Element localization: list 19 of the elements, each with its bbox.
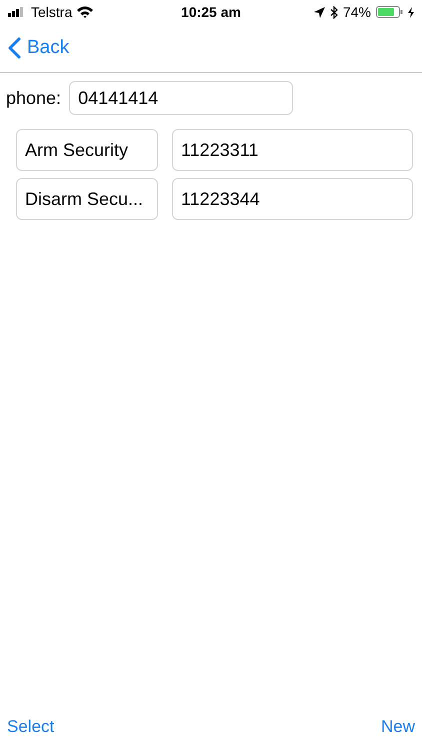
signal-icon [8, 7, 26, 17]
phone-label: phone: [6, 88, 62, 108]
bluetooth-icon [330, 6, 338, 18]
battery-percent: 74% [342, 4, 371, 20]
command-code-field[interactable]: 11223311 [172, 129, 413, 171]
command-name-field[interactable]: Disarm Secu... [16, 178, 158, 220]
command-name-field[interactable]: Arm Security [16, 129, 158, 171]
command-code-field[interactable]: 11223344 [172, 178, 413, 220]
chevron-left-icon [8, 37, 21, 59]
battery-icon [376, 6, 403, 18]
carrier-name: Telstra [31, 4, 72, 20]
wifi-icon [77, 6, 94, 18]
select-button[interactable]: Select [7, 717, 54, 737]
new-button[interactable]: New [380, 717, 415, 737]
status-time: 10:25 am [181, 4, 241, 20]
charging-bolt-icon [408, 6, 414, 18]
location-arrow-icon [314, 6, 325, 18]
phone-field[interactable]: 04141414 [69, 81, 294, 115]
back-button[interactable]: Back [8, 37, 70, 59]
